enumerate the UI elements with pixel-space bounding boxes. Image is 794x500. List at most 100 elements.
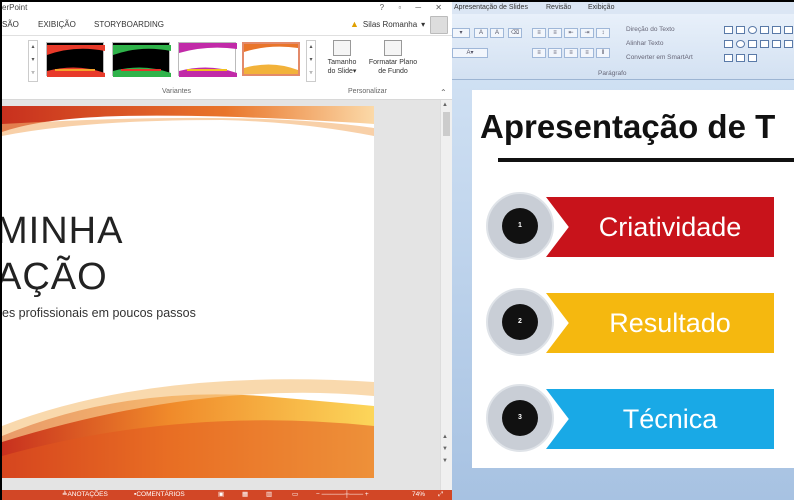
tab-slideshow[interactable]: Apresentação de Slides	[454, 2, 528, 14]
window-controls[interactable]: ? ▫ ─ ✕	[380, 2, 448, 14]
user-name: Silas Romanha	[362, 19, 418, 29]
slide-title: Apresentação de T	[480, 108, 776, 145]
increase-indent-icon[interactable]: ⇥	[580, 28, 594, 38]
fit-to-window-icon[interactable]: ⤢	[438, 490, 443, 500]
powerpoint-2007-window: Apresentação de Slides Revisão Exibição …	[452, 2, 794, 500]
zoom-level[interactable]: 74%	[412, 490, 425, 500]
numbering-icon[interactable]: ≡	[548, 28, 562, 38]
warning-icon: ▲	[350, 19, 359, 29]
justify-icon[interactable]: ≡	[580, 48, 594, 58]
list-item[interactable]: Resultado 2	[486, 286, 786, 362]
scroll-up-page-icon[interactable]: ▲	[442, 434, 448, 440]
font-color-icon[interactable]: A▾	[452, 48, 488, 58]
tab-slideshow[interactable]: SÃO	[2, 20, 19, 29]
theme-gallery-scroll[interactable]: ▴ ▾ ▿	[28, 40, 38, 82]
variant-thumb-1[interactable]	[46, 42, 105, 77]
item-label: Técnica	[622, 404, 718, 434]
list-item[interactable]: Criatividade 1	[486, 190, 786, 266]
slide-sorter-icon[interactable]: ▦	[242, 490, 248, 500]
paint-bucket-icon	[384, 40, 402, 56]
format-background-button[interactable]: Formatar Plano de Fundo	[364, 36, 422, 86]
tab-storyboarding[interactable]: STORYBOARDING	[94, 20, 164, 29]
align-right-icon[interactable]: ≡	[564, 48, 578, 58]
slide-subtitle: es profissionais em poucos passos	[2, 306, 196, 320]
variant-thumb-4[interactable]	[242, 42, 300, 76]
avatar[interactable]	[430, 16, 448, 34]
scroll-down-page-icon[interactable]: ▼	[442, 458, 448, 464]
align-text-button[interactable]: Alinhar Texto	[626, 40, 663, 47]
decrease-indent-icon[interactable]: ⇤	[564, 28, 578, 38]
variant-thumb-3[interactable]	[178, 42, 237, 77]
shape-star-icon[interactable]	[736, 54, 745, 62]
slide-editing-area: Apresentação de T Criatividade 1 Resulta…	[452, 80, 794, 500]
slide-size-icon	[333, 40, 351, 56]
line-spacing-icon[interactable]: ↕	[596, 28, 610, 38]
group-label-variants: Variantes	[162, 88, 192, 95]
shape-line-icon[interactable]	[784, 26, 793, 34]
item-number: 1	[502, 208, 538, 244]
convert-smartart-button[interactable]: Converter em SmartArt	[626, 54, 693, 61]
slide-title-line-2: AÇÃO	[2, 256, 108, 298]
ribbon: ▴ ▾ ▿ ▴ ▾ ▿ Tamanho do Slide▾ Formatar Plan	[2, 36, 452, 100]
item-number: 2	[502, 304, 538, 340]
list-item[interactable]: Técnica 3	[486, 382, 786, 458]
group-label-customize: Personalizar	[348, 88, 387, 95]
shape-triangle-icon[interactable]	[748, 40, 757, 48]
ribbon-tabs: SÃO EXIBIÇÃO STORYBOARDING ▲ Silas Roman…	[2, 14, 452, 36]
window-title: erPoint	[2, 3, 28, 12]
powerpoint-2013-window: erPoint ? ▫ ─ ✕ SÃO EXIBIÇÃO STORYBOARDI…	[2, 2, 452, 500]
text-direction-button[interactable]: Direção do Texto	[626, 26, 675, 33]
collapse-ribbon-icon[interactable]: ⌃	[440, 88, 447, 97]
tab-view[interactable]: Exibição	[588, 2, 614, 14]
reading-view-icon[interactable]: ▥	[266, 490, 272, 500]
grow-font-icon[interactable]: A	[474, 28, 488, 38]
variant-gallery-scroll[interactable]: ▴ ▾ ▿	[306, 40, 316, 82]
normal-view-icon[interactable]: ▣	[218, 490, 224, 500]
clear-format-icon[interactable]: ⌫	[508, 28, 522, 38]
shape-rect-icon[interactable]	[724, 40, 733, 48]
shape-rect-icon[interactable]	[736, 26, 745, 34]
title-underline	[498, 158, 794, 162]
scrollbar-thumb[interactable]	[443, 112, 450, 136]
shape-brace-icon[interactable]	[724, 54, 733, 62]
chevron-down-icon: ▾	[421, 19, 426, 29]
user-account[interactable]: ▲ Silas Romanha ▾	[350, 19, 425, 29]
slide-canvas[interactable]: MINHA AÇÃO es profissionais em poucos pa…	[2, 106, 374, 478]
item-label: Resultado	[609, 308, 731, 338]
shape-line-icon[interactable]	[772, 26, 781, 34]
font-size-box[interactable]: ▾	[452, 28, 470, 38]
comments-button[interactable]: ▪ COMENTÁRIOS	[134, 490, 185, 500]
shrink-font-icon[interactable]: A	[490, 28, 504, 38]
align-center-icon[interactable]: ≡	[548, 48, 562, 58]
scroll-up-icon[interactable]: ▲	[442, 102, 448, 108]
shape-callout-icon[interactable]	[748, 54, 757, 62]
columns-icon[interactable]: ⫴	[596, 48, 610, 58]
shape-oval-icon[interactable]	[736, 40, 745, 48]
split-screen: erPoint ? ▫ ─ ✕ SÃO EXIBIÇÃO STORYBOARDI…	[0, 0, 794, 500]
tab-view[interactable]: EXIBIÇÃO	[38, 20, 76, 29]
shape-arrow-icon[interactable]	[760, 40, 769, 48]
variant-thumb-2[interactable]	[112, 42, 171, 77]
scroll-down-icon[interactable]: ▼	[442, 446, 448, 452]
tab-review[interactable]: Revisão	[546, 2, 571, 14]
item-label: Criatividade	[598, 212, 742, 242]
slide-title-line-1: MINHA	[2, 210, 124, 252]
shape-rect-icon[interactable]	[724, 26, 733, 34]
shape-arrow-icon[interactable]	[784, 40, 793, 48]
notes-button[interactable]: ≜ ANOTAÇÕES	[62, 490, 108, 500]
shape-arrow-icon[interactable]	[772, 40, 781, 48]
title-bar: erPoint ? ▫ ─ ✕	[2, 2, 452, 14]
slide-editing-area: MINHA AÇÃO es profissionais em poucos pa…	[2, 100, 452, 492]
shape-oval-icon[interactable]	[748, 26, 757, 34]
align-left-icon[interactable]: ≡	[532, 48, 546, 58]
slide-size-button[interactable]: Tamanho do Slide▾	[320, 36, 364, 86]
slide-canvas[interactable]: Apresentação de T Criatividade 1 Resulta…	[472, 90, 794, 468]
slideshow-icon[interactable]: ▭	[292, 490, 298, 500]
bullets-icon[interactable]: ≡	[532, 28, 546, 38]
zoom-slider[interactable]: − ─────┼─── +	[316, 490, 369, 500]
item-number: 3	[502, 400, 538, 436]
ribbon: ▾ A A ⌫ ≡ ≡ ⇤ ⇥ ↕ A▾ ≡ ≡ ≡ ≡ ⫴ Direção d…	[452, 14, 794, 80]
vertical-scrollbar[interactable]: ▲ ▲ ▼ ▼	[440, 100, 452, 492]
status-bar: ≜ ANOTAÇÕES ▪ COMENTÁRIOS ▣ ▦ ▥ ▭ − ────…	[2, 490, 452, 500]
shape-line-icon[interactable]	[760, 26, 769, 34]
